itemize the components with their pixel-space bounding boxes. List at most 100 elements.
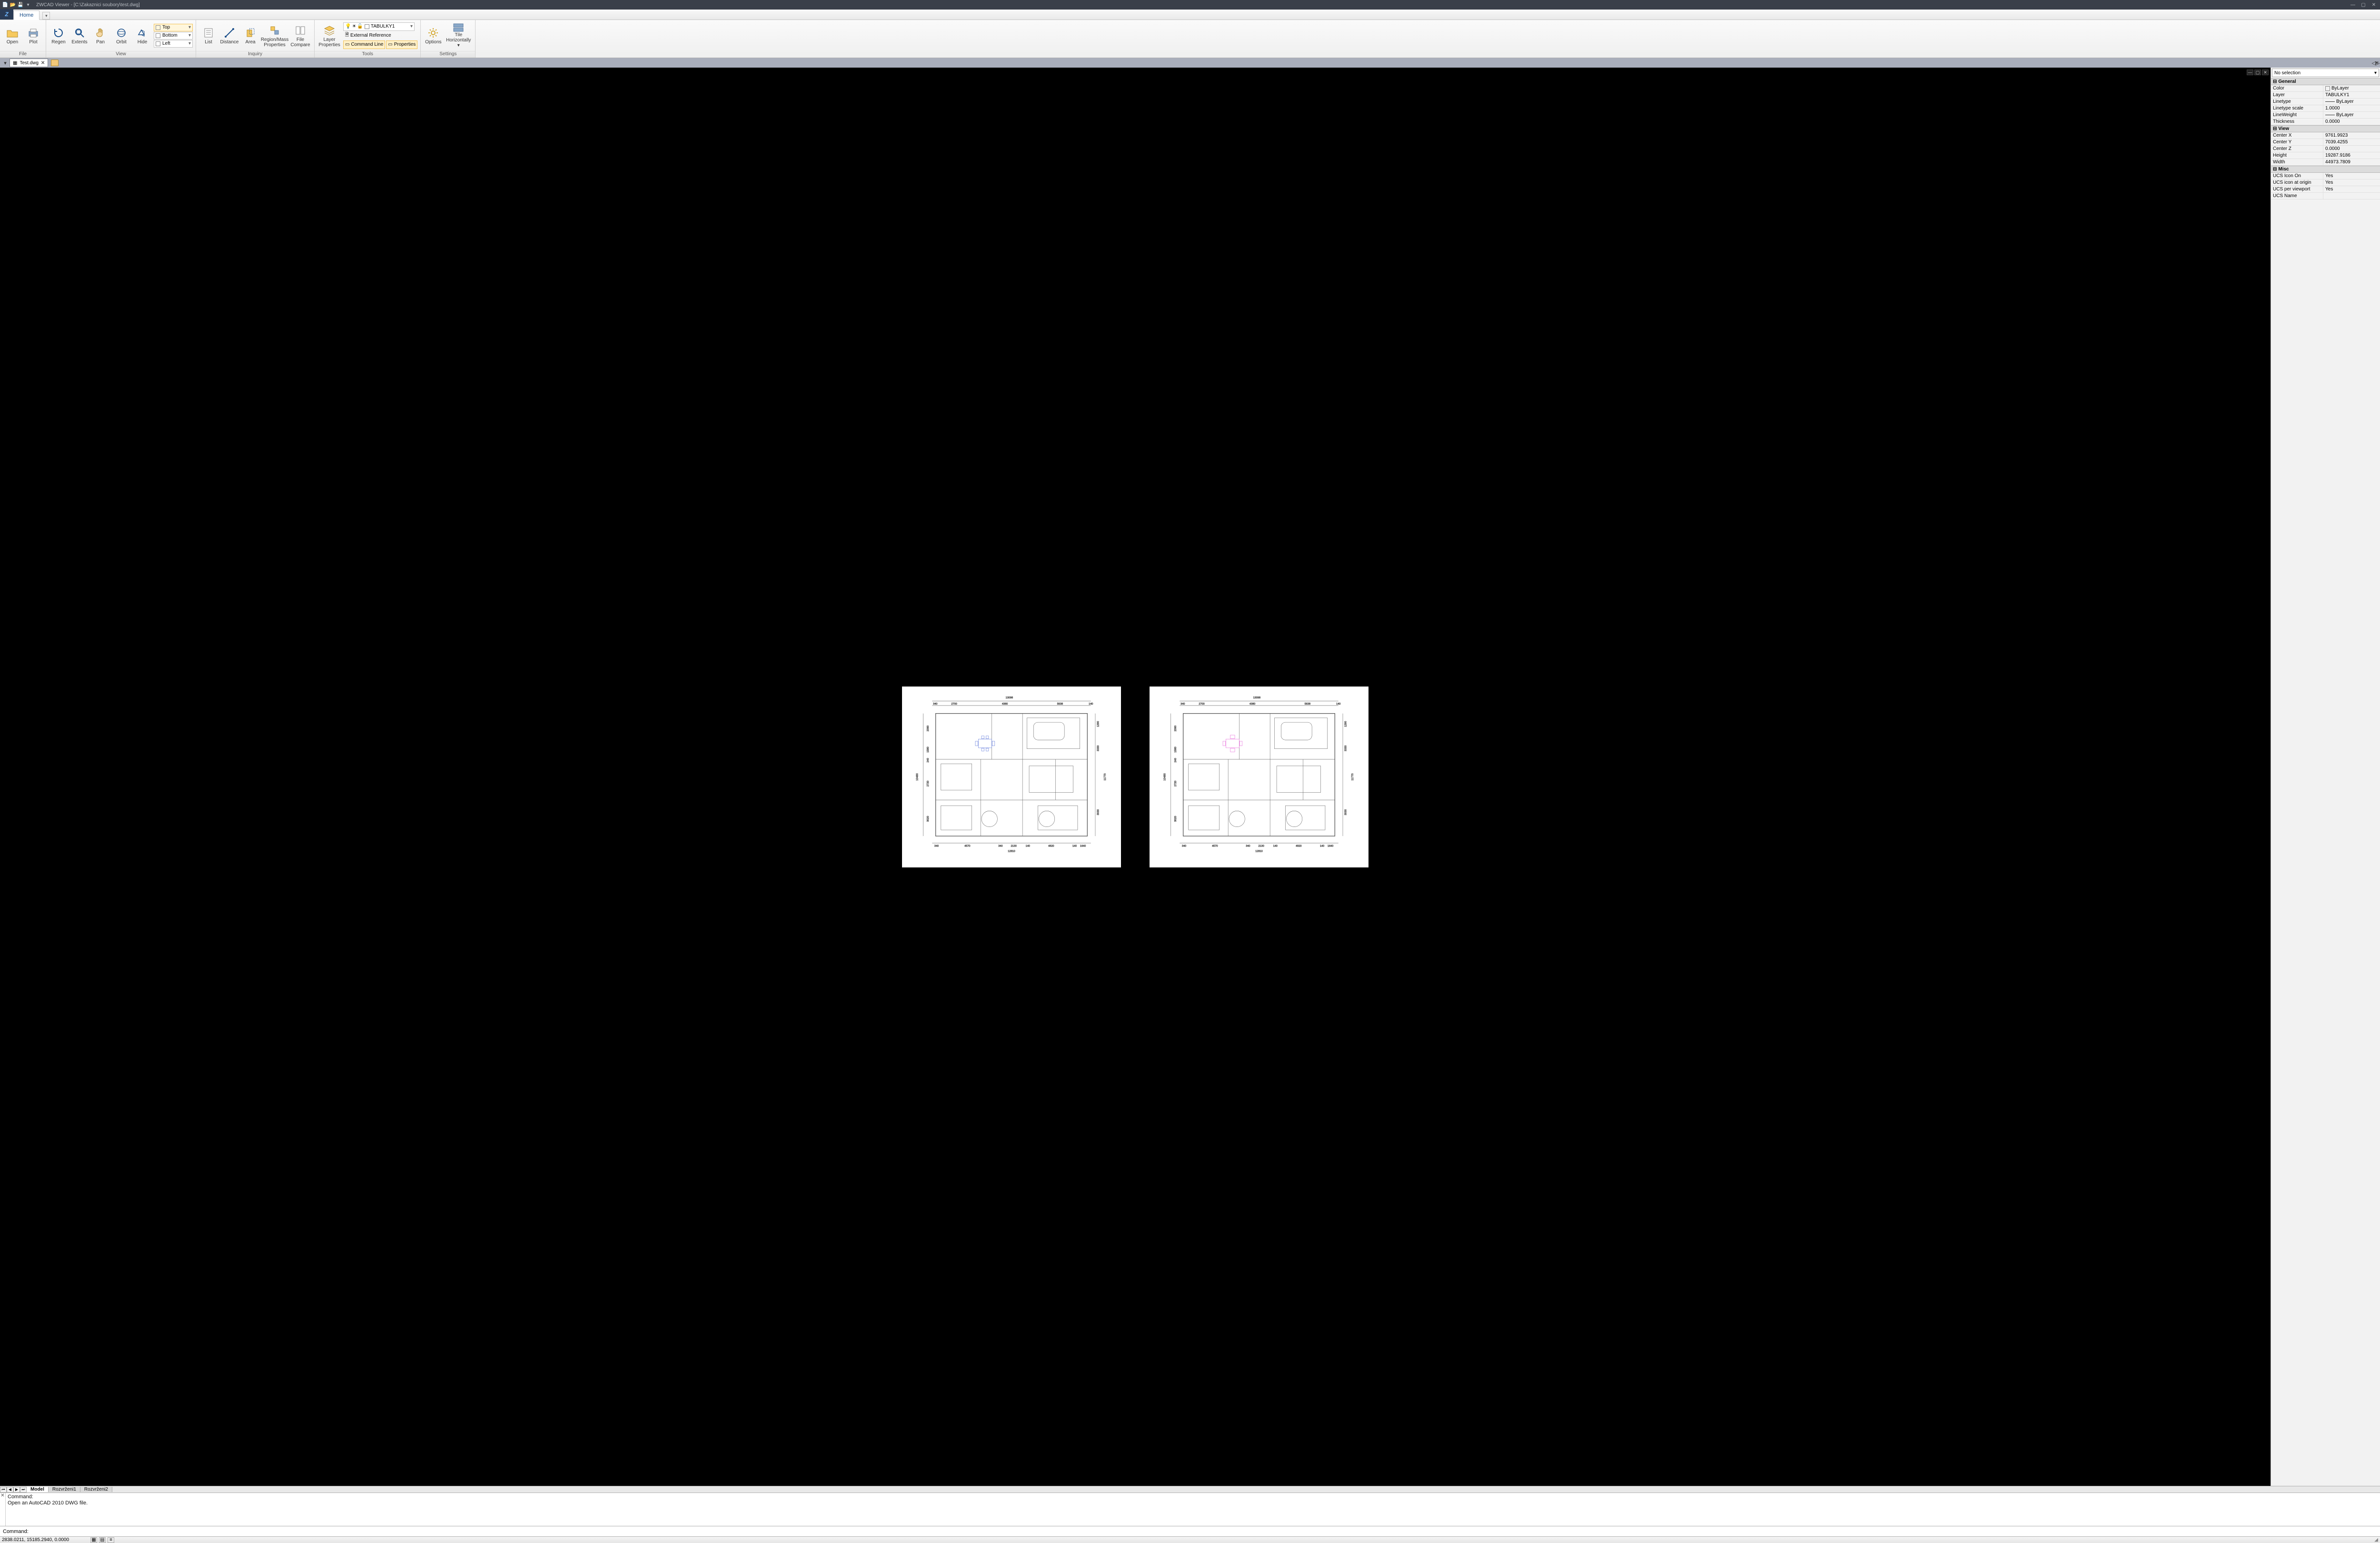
prop-row-center-z[interactable]: Center Z0.0000 xyxy=(2271,146,2380,152)
layer-properties-button[interactable]: LayerProperties xyxy=(317,22,342,49)
view-preset-list: Top▾ Bottom▾ Left▾ xyxy=(153,23,194,49)
svg-text:140: 140 xyxy=(1072,845,1077,847)
prop-group-misc[interactable]: ⊟Misc xyxy=(2271,166,2380,173)
save-icon[interactable]: 💾 xyxy=(17,1,24,8)
svg-text:4820: 4820 xyxy=(1048,845,1054,847)
svg-text:2720: 2720 xyxy=(1174,780,1177,786)
close-tab-icon[interactable]: ✕ xyxy=(41,60,45,66)
svg-text:340: 340 xyxy=(998,845,1002,847)
prop-row-ucs-per-viewport[interactable]: UCS per viewportYes xyxy=(2271,186,2380,193)
ribbon-group-view: Regen Extents Pan Orbit Hide Top▾ Bottom… xyxy=(46,20,196,58)
layout-tab-model[interactable]: Model xyxy=(27,1487,49,1492)
prop-row-color[interactable]: ColorByLayer xyxy=(2271,85,2380,92)
new-icon[interactable]: 📄 xyxy=(2,1,9,8)
svg-text:2130: 2130 xyxy=(1258,845,1264,847)
open-document-icon[interactable] xyxy=(51,60,59,66)
view-left[interactable]: Left▾ xyxy=(154,40,193,48)
app-menu-button[interactable]: Z xyxy=(0,9,13,20)
prev-layout-icon[interactable]: ◀ xyxy=(7,1487,13,1493)
command-prompt-label: Command: xyxy=(3,1529,29,1534)
ribbon-minimize-icon[interactable]: ▾ xyxy=(42,12,50,20)
prop-row-layer[interactable]: LayerTABULKY1 xyxy=(2271,92,2380,99)
tile-horizontally-button[interactable]: TileHorizontally ▾ xyxy=(444,22,473,49)
tab-home[interactable]: Home xyxy=(13,10,40,20)
prop-row-width[interactable]: Width44973.7809 xyxy=(2271,159,2380,166)
open-button[interactable]: Open xyxy=(2,22,23,49)
document-tab-strip: ▾ ▦ Test.dwg ✕ ◁▷ ✕ xyxy=(0,58,2380,68)
prop-row-lineweight[interactable]: LineWeightByLayer xyxy=(2271,112,2380,119)
prop-row-ucs-icon-origin[interactable]: UCS icon at originYes xyxy=(2271,179,2380,186)
maximize-icon[interactable]: ▢ xyxy=(2359,1,2368,8)
prop-row-center-x[interactable]: Center X9761.9923 xyxy=(2271,132,2380,139)
distance-button[interactable]: Distance xyxy=(219,22,240,49)
collapse-icon: ⊟ xyxy=(2273,79,2277,84)
window-title: ZWCAD Viewer - [C:\Zakaznici soubory\tes… xyxy=(36,2,2349,8)
prop-row-linetype-scale[interactable]: Linetype scale1.0000 xyxy=(2271,105,2380,112)
view-top[interactable]: Top▾ xyxy=(154,24,193,31)
prop-group-general[interactable]: ⊟General xyxy=(2271,78,2380,85)
grid-toggle-icon[interactable]: ▦ xyxy=(90,1537,97,1543)
file-compare-button[interactable]: FileCompare xyxy=(288,22,312,49)
last-layout-icon[interactable]: ⏭ xyxy=(20,1487,27,1493)
floorplan-viewport-1: 13098 340 2700 4380 5638 140 10480 2090 … xyxy=(902,687,1121,867)
gear-icon xyxy=(426,26,440,40)
region-mass-button[interactable]: Region/MassProperties xyxy=(261,22,288,49)
view-bottom[interactable]: Bottom▾ xyxy=(154,32,193,40)
orbit-button[interactable]: Orbit xyxy=(111,22,132,49)
close-panel-icon[interactable]: ✕ xyxy=(2375,60,2379,66)
collapse-icon: ⊟ xyxy=(2273,126,2277,131)
snap-toggle-icon[interactable]: ▤ xyxy=(99,1537,106,1543)
xref-icon: 🗎 xyxy=(345,31,349,40)
close-command-panel-icon[interactable]: ✕ xyxy=(0,1493,6,1526)
open-icon[interactable]: 📂 xyxy=(10,1,16,8)
prop-row-center-y[interactable]: Center Y7039.4255 xyxy=(2271,139,2380,146)
prop-row-thickness[interactable]: Thickness0.0000 xyxy=(2271,119,2380,125)
command-input[interactable] xyxy=(31,1529,2377,1534)
external-reference-button[interactable]: 🗎External Reference xyxy=(343,31,417,40)
viewport-close-icon[interactable]: ✕ xyxy=(2262,70,2269,75)
document-tab[interactable]: ▦ Test.dwg ✕ xyxy=(10,59,48,67)
prop-row-ucs-name[interactable]: UCS Name xyxy=(2271,193,2380,199)
close-icon[interactable]: ✕ xyxy=(2370,1,2378,8)
command-line-toggle[interactable]: ▭Command Line xyxy=(343,40,385,49)
first-layout-icon[interactable]: ⏮ xyxy=(0,1487,7,1493)
selection-combo[interactable]: No selection ▾ xyxy=(2272,69,2379,77)
svg-text:4820: 4820 xyxy=(1296,845,1301,847)
viewport-maximize-icon[interactable]: ▢ xyxy=(2254,70,2261,75)
pan-button[interactable]: Pan xyxy=(90,22,111,49)
svg-text:3020: 3020 xyxy=(1174,816,1177,821)
layout-tab-2[interactable]: Rozvrženi2 xyxy=(80,1487,112,1492)
viewport-minimize-icon[interactable]: ― xyxy=(2247,70,2253,75)
lock-icon: 🔓 xyxy=(357,24,363,29)
svg-text:1290: 1290 xyxy=(1344,721,1347,727)
svg-text:240: 240 xyxy=(927,758,930,762)
prop-row-linetype[interactable]: LinetypeByLayer xyxy=(2271,99,2380,105)
drawing-canvas[interactable]: ― ▢ ✕ 13098 340 2700 4380 5638 140 xyxy=(0,68,2271,1486)
hide-button[interactable]: Hide xyxy=(132,22,153,49)
qat-dropdown-icon[interactable]: ▾ xyxy=(25,1,31,8)
svg-text:2700: 2700 xyxy=(1199,703,1204,706)
list-button[interactable]: List xyxy=(198,22,219,49)
prop-row-height[interactable]: Height19287.9186 xyxy=(2271,152,2380,159)
layout-tab-1[interactable]: Rozvrženi1 xyxy=(49,1487,80,1492)
regen-button[interactable]: Regen xyxy=(48,22,69,49)
extents-button[interactable]: Extents xyxy=(69,22,90,49)
doc-tabs-dropdown-icon[interactable]: ▾ xyxy=(2,60,9,66)
ortho-toggle-icon[interactable]: ≡ xyxy=(108,1537,114,1543)
minimize-icon[interactable]: ― xyxy=(2349,1,2357,8)
main-area: ― ▢ ✕ 13098 340 2700 4380 5638 140 xyxy=(0,68,2380,1486)
svg-text:340: 340 xyxy=(933,703,937,706)
prop-row-ucs-icon-on[interactable]: UCS Icon OnYes xyxy=(2271,173,2380,179)
resize-grip-icon[interactable]: ◢ xyxy=(2374,1537,2378,1543)
svg-text:3330: 3330 xyxy=(1097,745,1100,751)
layer-combo[interactable]: 💡 ☀ 🔓 TABULKY1 ▾ xyxy=(343,22,415,31)
area-button[interactable]: Area xyxy=(240,22,261,49)
svg-text:1580: 1580 xyxy=(1174,747,1177,752)
prop-group-view[interactable]: ⊟View xyxy=(2271,125,2380,132)
svg-text:1640: 1640 xyxy=(1080,845,1086,847)
properties-toggle[interactable]: ▭Properties xyxy=(386,40,417,49)
options-button[interactable]: Options xyxy=(423,22,444,49)
next-layout-icon[interactable]: ▶ xyxy=(13,1487,20,1493)
ribbon-group-settings: Options TileHorizontally ▾ Settings xyxy=(421,20,476,58)
plot-button[interactable]: Plot xyxy=(23,22,44,49)
